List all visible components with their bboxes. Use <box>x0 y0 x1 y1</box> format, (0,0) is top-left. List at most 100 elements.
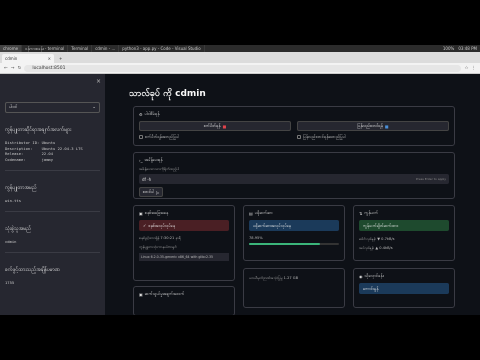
upload-row: အပ်လုဒ်နှုန်း ▲ 0.4kB/s <box>359 246 393 250</box>
new-tab-button[interactable]: + <box>56 54 66 63</box>
disk-title-text: သိုလှောင်ခန်း <box>364 273 384 278</box>
network-card-title: ⇅ ကွန်ယက် <box>359 210 449 216</box>
gear-icon: ⚙ <box>139 111 143 117</box>
link-icon: ▣ <box>139 291 143 297</box>
close-icon[interactable]: × <box>96 78 101 85</box>
upload-value: 0.4kB/s <box>379 246 393 250</box>
browser-tab-strip: cdmin × + <box>0 52 480 63</box>
memory-row: ယာယီမှတ်ဉာဏ်အသုံးပြုမှု 1.27 GB <box>249 275 339 281</box>
shutdown-label: စက်ပိတ်ရန် <box>203 123 221 128</box>
upload-label: အပ်လုဒ်နှုန်း <box>359 246 375 250</box>
os-tab-label: Terminal <box>71 46 89 51</box>
extra-card: ▣ ဆက်သွယ်မှုအချက်အလက် <box>133 286 235 315</box>
computer-icon: ▣ <box>139 210 143 216</box>
disk-card: ◉ သိုလှောင်ခန်း ကောင်းမွန် <box>353 268 455 308</box>
stop-icon: ■ <box>222 123 227 129</box>
os-tab-label: ဝန်ကားစခန်း - terminal <box>25 45 65 51</box>
cpu-card-title: ▤ ပရိုဆက်ဆာ <box>249 210 339 216</box>
check-icon: ✓ <box>143 223 147 228</box>
browser-tab-label: cdmin <box>5 56 18 61</box>
cpu-card: ▤ ပရိုဆက်ဆာ ပရိုဆက်ဆာအလုပ်လုပ်နေ 78.95% <box>243 205 345 261</box>
uptime-heading: စက်ဖွင့်ထားသည့်အချိန်ပမာဏ <box>5 267 60 273</box>
run-label: စတင်ပါ <box>142 189 155 194</box>
reload-icon[interactable]: ↻ <box>18 66 22 71</box>
disk-status-text: ကောင်းမွန် <box>363 285 379 291</box>
plus-icon: + <box>59 56 63 61</box>
cpu-status-text: ပရိုဆက်ဆာအလုပ်လုပ်နေ <box>253 222 291 228</box>
battery-status: 100% <box>442 46 455 51</box>
power-card-title: ⚙ ပါဝါစီမံရန် <box>139 111 449 117</box>
page-title: သာလ်ခုပ် ကို cdmin <box>129 89 206 99</box>
command-prompt-label: အမိန့်ပေးစာသားကိုရိုက်ထည့်ပါ <box>139 167 180 171</box>
sidebar: × ပါဝင် ⌄ ကွန်ပျူတာဆိုင်ရာအချက်အလက်များ … <box>0 74 105 315</box>
system-card-title: ▣ စနစ်အခြေအနေ <box>139 210 229 216</box>
disk-card-title: ◉ သိုလှောင်ခန်း <box>359 273 449 279</box>
checkbox-box[interactable] <box>297 135 301 139</box>
os-tab-4[interactable]: python3 - app.py - Code - Visual Studio <box>119 45 205 52</box>
sidebar-select-value: ပါဝင် <box>9 104 18 110</box>
command-card: ›_ အမိန့်ပေးရန် အမိန့်ပေးစာသားကိုရိုက်ထည့… <box>133 152 455 199</box>
system-status-banner: ✓ စနစ်အလုပ်လုပ်နေ <box>139 220 229 231</box>
disk-icon: ◉ <box>359 273 363 279</box>
download-value: 0.7kB/s <box>381 237 395 241</box>
system-uptime-value: 7:30:21 နာရီ <box>160 236 181 240</box>
os-tab-3[interactable]: cdmin - ... <box>92 45 120 52</box>
os-tab-label: cdmin - ... <box>95 46 116 51</box>
run-command-button[interactable]: စတင်ပါ ▷ <box>139 187 163 197</box>
command-input[interactable]: df -h Press Enter to apply <box>139 174 449 184</box>
extra-card-title: ▣ ဆက်သွယ်မှုအချက်အလက် <box>139 291 229 297</box>
command-input-hint: Press Enter to apply <box>415 177 446 181</box>
main-content: သာလ်ခုပ် ကို cdmin ⚙ ပါဝါစီမံရန် စက်ပိတ်ရ… <box>105 74 480 315</box>
browser-tab[interactable]: cdmin × <box>2 54 54 63</box>
cpu-status-banner: ပရိုဆက်ဆာအလုပ်လုပ်နေ <box>249 220 339 231</box>
divider <box>5 211 100 212</box>
sidebar-select[interactable]: ပါဝင် ⌄ <box>5 102 100 113</box>
app-page: × ပါဝင် ⌄ ကွန်ပျူတာဆိုင်ရာအချက်အလက်များ … <box>0 74 480 315</box>
memory-label: ယာယီမှတ်ဉာဏ်အသုံးပြုမှု <box>249 276 283 280</box>
star-icon[interactable]: ☆ <box>464 66 468 71</box>
play-icon: ▷ <box>156 189 160 195</box>
address-bar: ← → ↻ localhost:8501 ☆ ⋮ <box>0 63 480 74</box>
hostname-heading: ကွန်ပျူတာအမည် <box>5 185 37 191</box>
back-icon[interactable]: ← <box>4 66 8 71</box>
network-icon: ⇅ <box>359 210 363 216</box>
terminal-icon: ›_ <box>139 157 143 163</box>
checkbox-box[interactable] <box>139 135 143 139</box>
uptime-value: 1755 <box>5 280 15 285</box>
network-card: ⇅ ကွန်ယက် ကွန်ယက်ချိတ်ဆက်ထား ဒေါင်းလုဒ်နှ… <box>353 205 455 261</box>
menu-icon[interactable]: ⋮ <box>472 66 477 71</box>
username-value: cdmin <box>5 239 17 244</box>
cpu-progress-track <box>249 243 339 245</box>
memory-card: ယာယီမှတ်ဉာဏ်အသုံးပြုမှု 1.27 GB <box>243 268 345 308</box>
restart-confirm-checkbox[interactable]: ပြန်လည်စတင်ရန်အတည်ပြုပါ <box>297 134 449 140</box>
restart-label: ပြန်လည်စတင်ရန် <box>357 123 383 128</box>
restart-confirm-label: ပြန်လည်စတင်ရန်အတည်ပြုပါ <box>303 134 346 139</box>
power-title-text: ပါဝါစီမံရန် <box>144 111 160 116</box>
url-field[interactable]: localhost:8501 <box>24 64 462 72</box>
restart-icon: ■ <box>384 123 389 129</box>
download-row: ဒေါင်းလုဒ်နှုန်း ▼ 0.7kB/s <box>359 237 395 241</box>
shutdown-confirm-checkbox[interactable]: စက်ပိတ်ရန်အတည်ပြုပါ <box>139 134 291 140</box>
system-card: ▣ စနစ်အခြေအနေ ✓ စနစ်အလုပ်လုပ်နေ စနစ်ဖွင့်ထ… <box>133 205 235 281</box>
shutdown-confirm-label: စက်ပိတ်ရန်အတည်ပြုပါ <box>145 134 180 139</box>
system-info-heading: ကွန်ပျူတာဆိုင်ရာအချက်အလက်များ <box>5 127 72 133</box>
os-tab-2[interactable]: Terminal <box>68 45 93 52</box>
power-card: ⚙ ပါဝါစီမံရန် စက်ပိတ်ရန် ■ ပြန်လည်စတင်ရန် ■… <box>133 106 455 146</box>
shutdown-button[interactable]: စက်ပိတ်ရန် ■ <box>139 121 291 131</box>
forward-icon[interactable]: → <box>11 66 15 71</box>
chevron-down-icon: ⌄ <box>92 105 96 110</box>
system-title-text: စနစ်အခြေအနေ <box>144 210 169 215</box>
close-icon[interactable]: × <box>48 56 51 61</box>
os-tab-1[interactable]: ဝန်ကားစခန်း - terminal <box>22 45 69 52</box>
letterbox-bottom <box>0 315 480 360</box>
restart-button[interactable]: ပြန်လည်စတင်ရန် ■ <box>297 121 449 131</box>
hostname-value: win-tts <box>5 198 22 203</box>
system-uptime-row: စနစ်ဖွင့်ထားချိန် 7:30:21 နာရီ <box>139 235 229 241</box>
os-tab-label: python3 - app.py - Code - Visual Studio <box>122 46 201 51</box>
os-tab-0[interactable]: chrome <box>0 45 23 52</box>
os-taskbar: chrome ဝန်ကားစခန်း - terminal Terminal c… <box>0 45 480 52</box>
username-heading: သုံးစွဲသူအမည် <box>5 226 32 232</box>
divider <box>5 252 100 253</box>
cpu-icon: ▤ <box>249 210 253 216</box>
url-text: localhost:8501 <box>32 65 66 71</box>
